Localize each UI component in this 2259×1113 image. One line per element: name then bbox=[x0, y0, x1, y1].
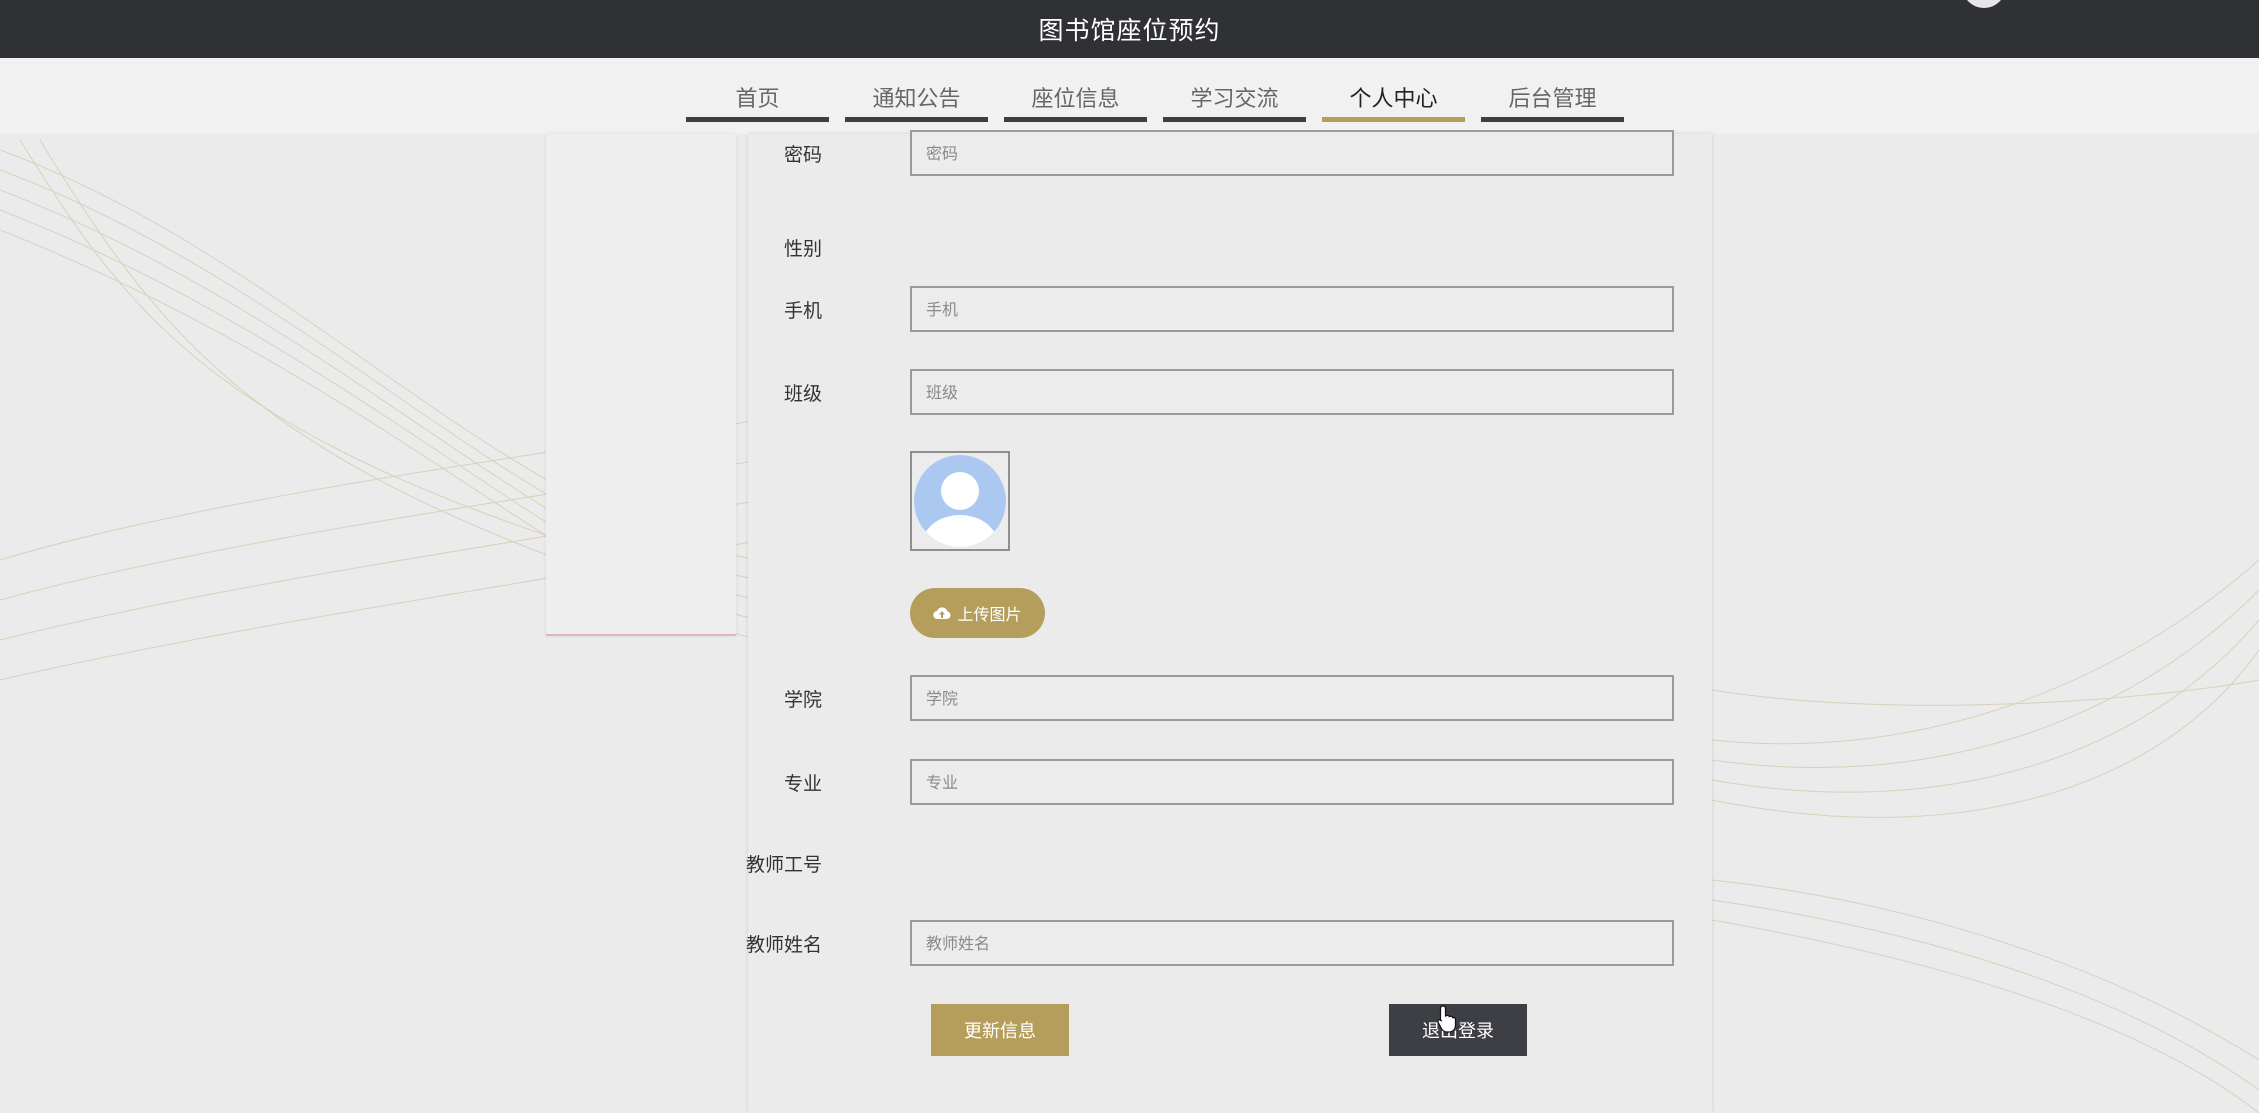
major-row: 专业 bbox=[748, 759, 1712, 805]
site-header: 图书馆座位预约 bbox=[0, 0, 2259, 58]
password-label: 密码 bbox=[783, 143, 822, 166]
teacher-id-row: 教师工号 bbox=[745, 840, 1712, 886]
avatar-preview bbox=[910, 451, 1010, 551]
gender-row: 性别 bbox=[748, 224, 1712, 270]
college-row: 学院 bbox=[748, 675, 1712, 721]
gender-label: 性别 bbox=[783, 237, 822, 260]
nav-item-study-exchange[interactable]: 学习交流 bbox=[1163, 76, 1306, 122]
profile-form-panel: 密码 性别 手机 班级 上传图片 学院 专业 bbox=[745, 130, 1712, 1113]
phone-row: 手机 bbox=[748, 286, 1712, 332]
phone-input[interactable] bbox=[910, 286, 1674, 332]
phone-label: 手机 bbox=[783, 299, 822, 322]
college-label: 学院 bbox=[783, 688, 822, 711]
user-silhouette-icon bbox=[914, 455, 1006, 547]
teacher-name-label: 教师姓名 bbox=[745, 933, 822, 956]
password-input[interactable] bbox=[910, 130, 1674, 176]
teacher-name-input[interactable] bbox=[910, 920, 1674, 966]
teacher-id-label: 教师工号 bbox=[745, 853, 822, 876]
nav-item-admin[interactable]: 后台管理 bbox=[1481, 76, 1624, 122]
teacher-name-row: 教师姓名 bbox=[745, 920, 1712, 966]
upload-image-label: 上传图片 bbox=[957, 605, 1022, 624]
upload-image-button[interactable]: 上传图片 bbox=[910, 588, 1045, 638]
class-row: 班级 bbox=[748, 369, 1712, 415]
nav-item-notices[interactable]: 通知公告 bbox=[845, 76, 988, 122]
update-info-button[interactable]: 更新信息 bbox=[931, 1004, 1069, 1056]
major-input[interactable] bbox=[910, 759, 1674, 805]
main-nav: 首页 通知公告 座位信息 学习交流 个人中心 后台管理 bbox=[0, 58, 2259, 134]
logout-button[interactable]: 退出登录 bbox=[1389, 1004, 1527, 1056]
nav-item-home[interactable]: 首页 bbox=[686, 76, 829, 122]
cloud-upload-icon bbox=[933, 607, 951, 620]
site-title: 图书馆座位预约 bbox=[1038, 16, 1221, 45]
class-label: 班级 bbox=[783, 382, 822, 405]
side-menu-panel bbox=[546, 134, 736, 636]
user-avatar-icon[interactable] bbox=[1962, 0, 2006, 8]
nav-item-seat-info[interactable]: 座位信息 bbox=[1004, 76, 1147, 122]
major-label: 专业 bbox=[783, 772, 822, 795]
nav-item-personal-center[interactable]: 个人中心 bbox=[1322, 76, 1465, 122]
college-input[interactable] bbox=[910, 675, 1674, 721]
hand-cursor-icon bbox=[1437, 1005, 1457, 1033]
password-row: 密码 bbox=[748, 130, 1712, 176]
class-input[interactable] bbox=[910, 369, 1674, 415]
